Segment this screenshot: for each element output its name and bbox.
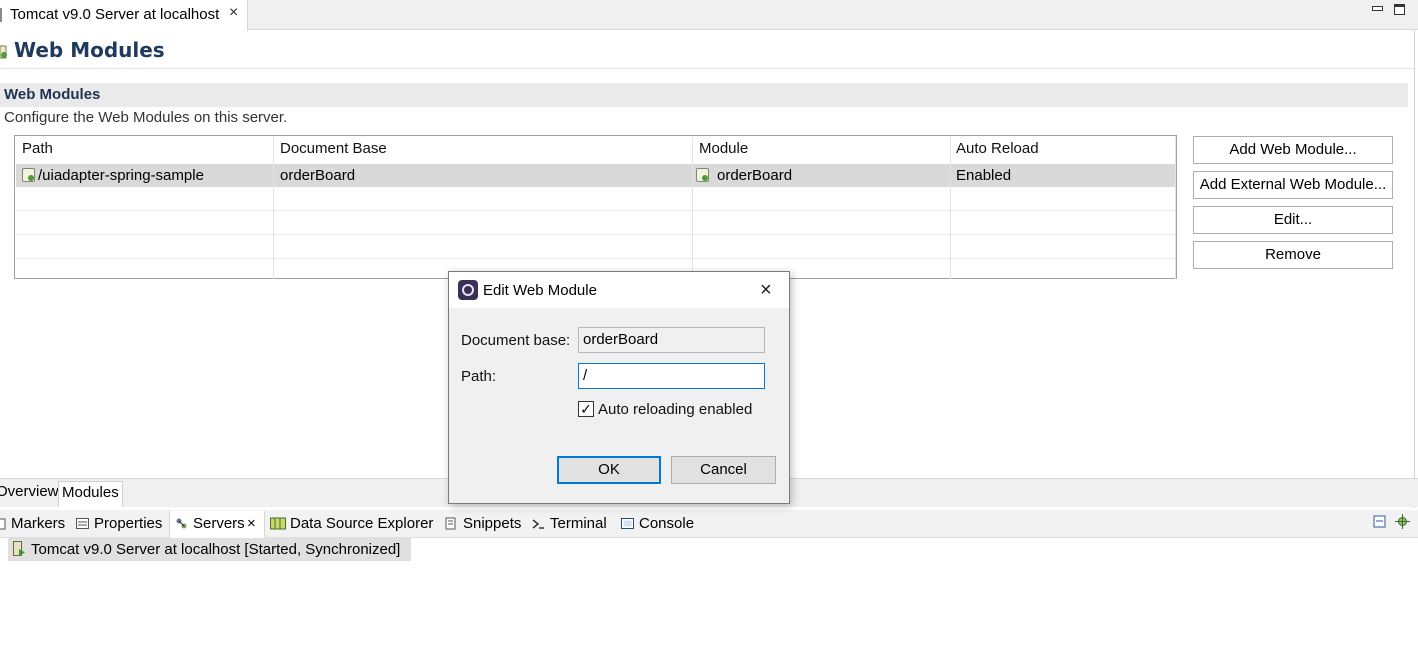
editor-tab-close-icon[interactable]: × <box>229 4 238 22</box>
path-label: Path: <box>461 368 497 385</box>
column-header-document-base[interactable]: Document Base <box>280 140 387 157</box>
web-modules-table[interactable]: Path Document Base Module Auto Reload /u… <box>14 135 1177 279</box>
tab-terminal[interactable]: Terminal <box>550 515 607 532</box>
column-divider <box>1175 137 1176 279</box>
table-row-divider <box>16 258 1176 259</box>
edit-button[interactable]: Edit... <box>1193 206 1393 234</box>
title-divider <box>0 68 1414 69</box>
page-title: Web Modules <box>14 38 165 62</box>
server-status-icon <box>13 541 25 556</box>
path-input[interactable]: / <box>578 363 765 389</box>
cell-module: orderBoard <box>717 167 793 184</box>
properties-icon <box>76 518 89 529</box>
tab-overview[interactable]: Overview <box>0 481 62 507</box>
maximize-icon[interactable] <box>1394 4 1405 15</box>
auto-reload-label[interactable]: Auto reloading enabled <box>598 401 752 418</box>
tab-data-source-explorer[interactable]: Data Source Explorer <box>290 515 433 532</box>
add-external-web-module-button[interactable]: Add External Web Module... <box>1193 171 1393 199</box>
section-title: Web Modules <box>4 86 101 103</box>
minimize-icon[interactable] <box>1371 2 1383 12</box>
start-server-icon[interactable] <box>1395 514 1410 529</box>
tab-properties[interactable]: Properties <box>94 515 162 532</box>
column-divider <box>950 137 951 279</box>
cell-document-base: orderBoard <box>280 167 356 184</box>
section-description: Configure the Web Modules on this server… <box>4 109 288 126</box>
column-header-path[interactable]: Path <box>22 140 53 157</box>
tab-console[interactable]: Console <box>639 515 694 532</box>
eclipse-icon <box>458 280 478 300</box>
column-header-module[interactable]: Module <box>699 140 748 157</box>
cell-auto-reload: Enabled <box>956 167 1012 184</box>
tab-snippets[interactable]: Snippets <box>463 515 521 532</box>
module-icon <box>22 168 35 182</box>
table-row-divider <box>16 210 1176 211</box>
remove-button[interactable]: Remove <box>1193 241 1393 269</box>
servers-icon <box>176 518 187 529</box>
cancel-button[interactable]: Cancel <box>671 456 776 484</box>
servers-tab-close-icon[interactable]: × <box>247 515 256 532</box>
tab-servers[interactable]: Servers <box>193 515 245 532</box>
section-header-bar <box>0 83 1408 107</box>
column-header-auto-reload[interactable]: Auto Reload <box>956 140 1039 157</box>
tab-markers[interactable]: Markers <box>11 515 65 532</box>
auto-reload-checkbox[interactable]: ✓ <box>578 401 594 417</box>
minimize-view-icon[interactable] <box>1373 515 1386 528</box>
module-icon <box>0 45 7 59</box>
document-base-field[interactable]: orderBoard <box>578 327 765 353</box>
column-divider <box>273 137 274 279</box>
editor-right-border <box>1414 30 1415 508</box>
ok-button[interactable]: OK <box>557 456 661 484</box>
editor-tab-label: Tomcat v9.0 Server at localhost <box>10 6 220 23</box>
module-icon <box>696 168 709 182</box>
server-entry-label: Tomcat v9.0 Server at localhost [Started… <box>31 541 401 558</box>
data-source-icon <box>270 517 286 530</box>
snippets-icon <box>445 517 456 530</box>
console-icon <box>621 518 634 529</box>
tab-modules[interactable]: Modules <box>58 481 123 507</box>
tab-edge-marker <box>0 8 2 22</box>
column-divider <box>692 137 693 279</box>
dialog-title: Edit Web Module <box>483 282 597 299</box>
terminal-icon <box>532 519 544 529</box>
table-row-divider <box>16 234 1176 235</box>
document-base-label: Document base: <box>461 332 571 349</box>
cell-path: /uiadapter-spring-sample <box>38 167 204 184</box>
add-web-module-button[interactable]: Add Web Module... <box>1193 136 1393 164</box>
markers-icon <box>0 518 6 530</box>
dialog-close-icon[interactable]: × <box>760 279 772 302</box>
